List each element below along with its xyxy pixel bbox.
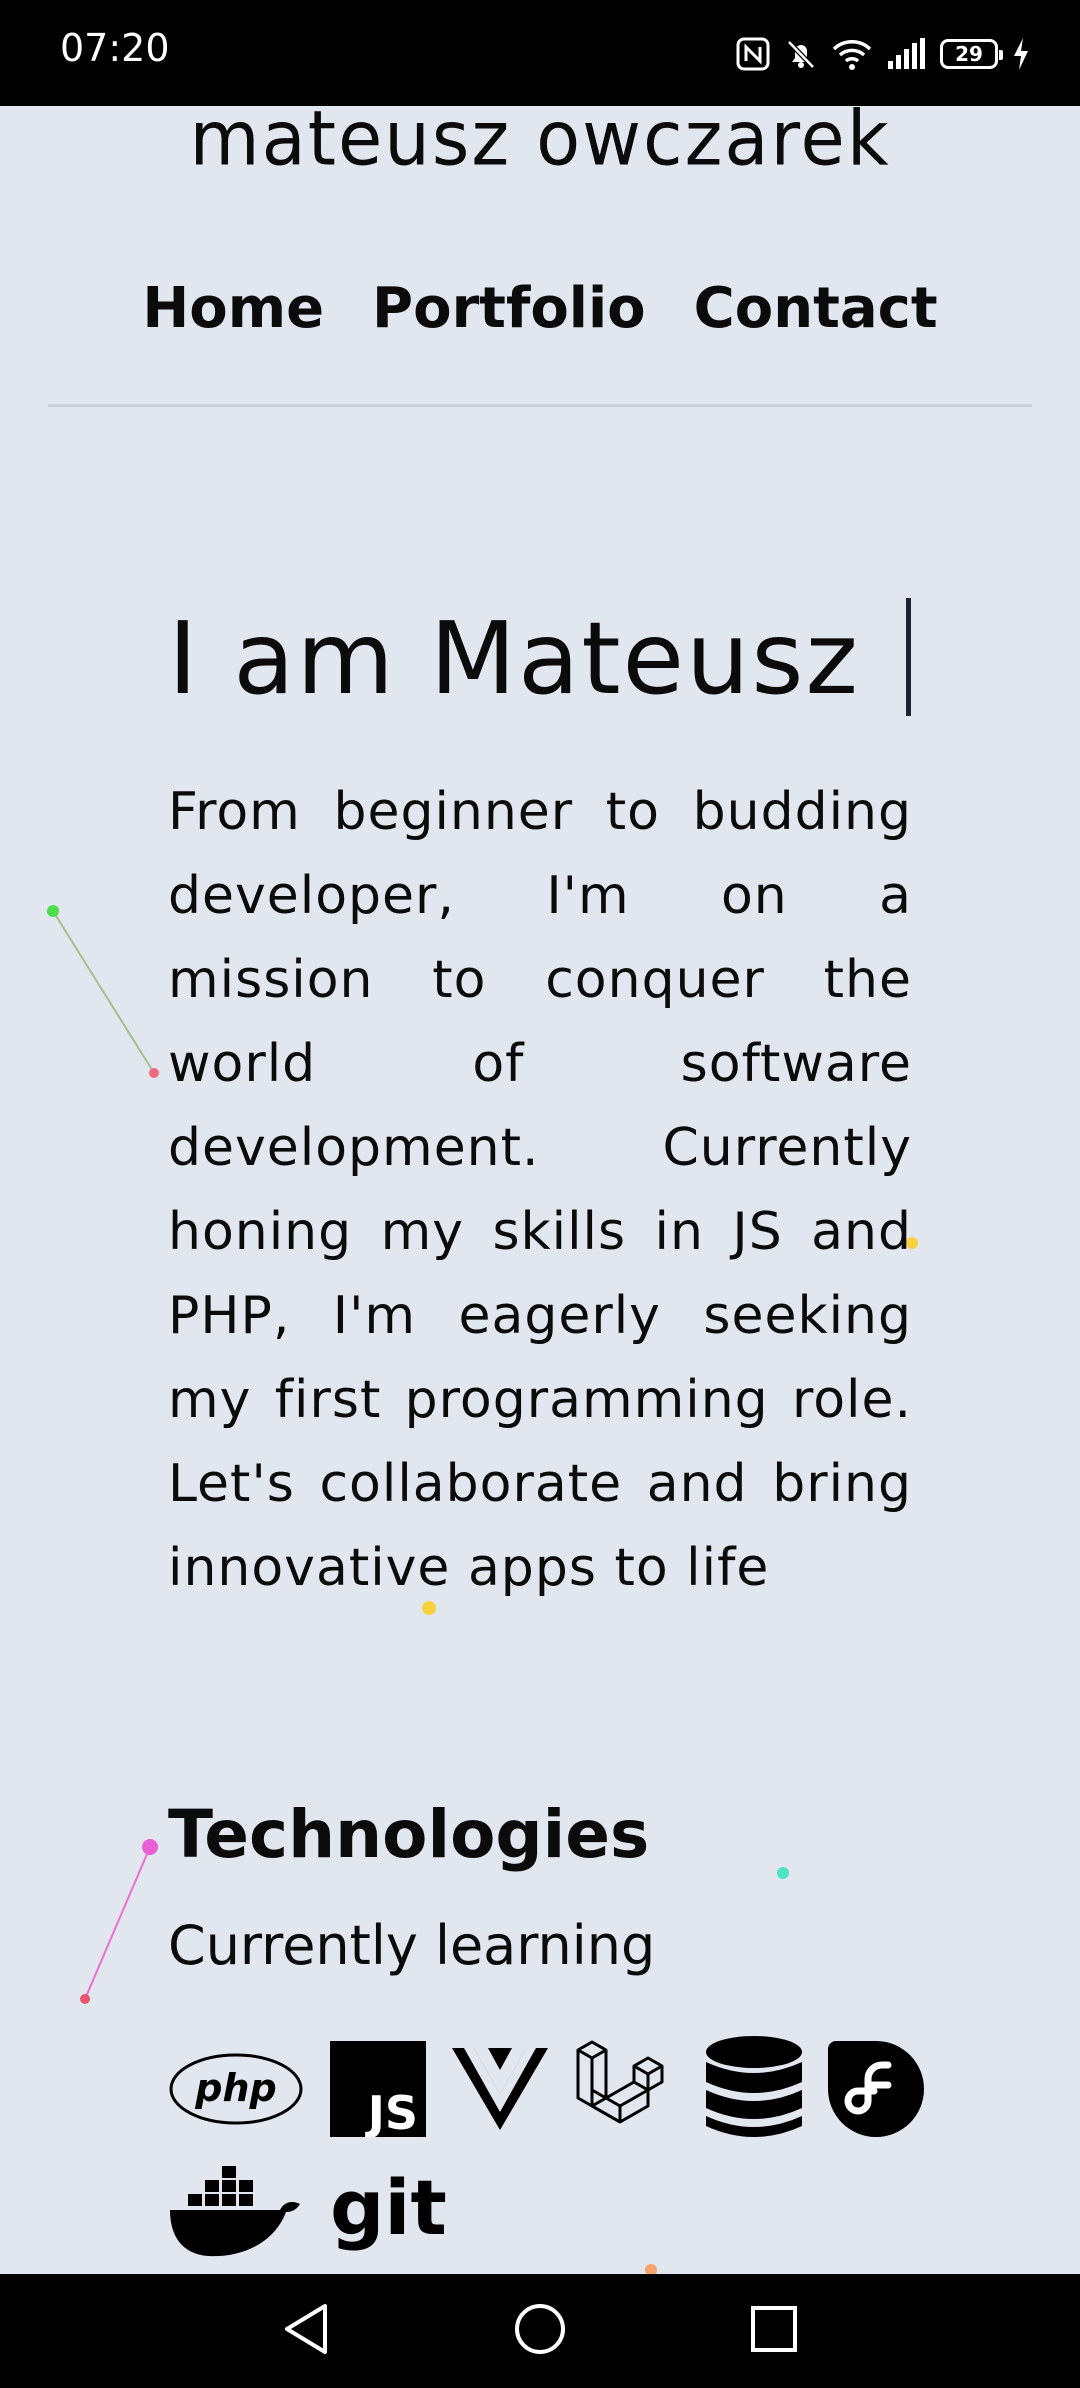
particle (777, 1867, 789, 1879)
particle (80, 1994, 90, 2004)
javascript-icon: JS (330, 2041, 426, 2137)
docker-icon (168, 2164, 304, 2260)
technologies-heading: Technologies (168, 1796, 650, 1873)
git-icon-label: git (330, 2164, 446, 2252)
particle (142, 1839, 158, 1855)
vue-icon (452, 2046, 548, 2132)
particle (47, 905, 59, 917)
intro-text: From beginner to budding developer, I'm … (168, 782, 912, 1598)
database-icon (706, 2036, 802, 2142)
fedora-icon (828, 2041, 924, 2137)
laravel-icon (574, 2036, 680, 2142)
particle-link (52, 910, 155, 1074)
php-icon-label: php (194, 2066, 276, 2110)
php-icon: php (168, 2051, 304, 2127)
git-icon: git (330, 2164, 446, 2260)
hero-title: I am Mateusz (168, 600, 861, 717)
particle (149, 1068, 159, 1078)
particle-link (84, 1846, 151, 2000)
back-icon[interactable] (281, 2302, 331, 2360)
home-icon[interactable] (513, 2302, 567, 2360)
technologies-subheading: Currently learning (168, 1914, 656, 1977)
typing-caret (906, 598, 911, 716)
technology-icons: php JS git (168, 2036, 928, 2260)
javascript-icon-label: JS (365, 2086, 418, 2137)
system-nav-bar (0, 2274, 1080, 2388)
recents-icon[interactable] (749, 2304, 799, 2358)
